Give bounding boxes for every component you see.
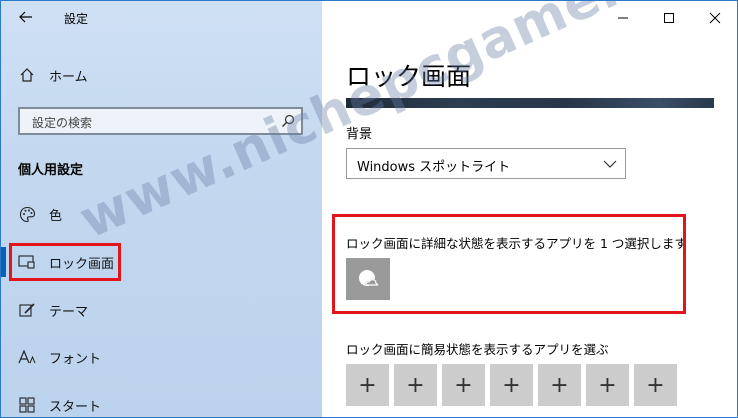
highlight-box	[332, 214, 686, 314]
page-title: ロック画面	[346, 62, 472, 91]
home-icon	[18, 66, 36, 84]
sidebar: 設定 ホーム 個人用設定	[1, 1, 322, 417]
plus-icon: +	[406, 372, 425, 398]
app-title: 設定	[64, 12, 89, 26]
sidebar-item-label: テーマ	[49, 304, 89, 320]
quick-status-slot-6[interactable]: +	[586, 364, 629, 406]
plus-icon: +	[502, 372, 521, 398]
background-dropdown-value: Windows スポットライト	[357, 160, 511, 175]
lock-screen-preview	[346, 98, 714, 108]
back-button[interactable]	[15, 7, 37, 27]
sidebar-item-label: ホーム	[49, 69, 88, 85]
plus-icon: +	[454, 372, 473, 398]
quick-status-slot-5[interactable]: +	[538, 364, 581, 406]
background-dropdown[interactable]: Windows スポットライト	[346, 148, 626, 179]
quick-status-label: ロック画面に簡易状態を表示するアプリを選ぶ	[346, 342, 609, 357]
sidebar-item-label: 色	[49, 208, 63, 224]
start-icon	[18, 396, 36, 414]
quick-status-slot-4[interactable]: +	[490, 364, 533, 406]
sidebar-item-color[interactable]: 色	[1, 196, 322, 232]
search-input[interactable]	[30, 113, 274, 133]
close-icon	[709, 12, 721, 24]
sidebar-item-start[interactable]: スタート	[1, 387, 322, 417]
section-heading: 個人用設定	[18, 163, 84, 178]
font-icon	[18, 348, 36, 366]
plus-icon: +	[358, 372, 377, 398]
sidebar-item-label: スタート	[49, 399, 102, 415]
maximize-icon	[664, 13, 674, 23]
settings-window: 設定 ホーム 個人用設定	[0, 0, 738, 418]
title-bar-left: 設定	[1, 1, 322, 33]
quick-status-slot-3[interactable]: +	[442, 364, 485, 406]
main-content: ロック画面 背景 Windows スポットライト ロック画面に詳細な状態を表示す…	[322, 1, 737, 417]
quick-status-slot-1[interactable]: +	[346, 364, 389, 406]
background-label: 背景	[346, 127, 373, 142]
search-icon[interactable]	[281, 114, 295, 128]
sidebar-item-label: フォント	[49, 351, 102, 367]
minimize-button[interactable]	[600, 5, 646, 31]
sidebar-item-font[interactable]: フォント	[1, 339, 322, 375]
close-button[interactable]	[692, 5, 737, 31]
sidebar-item-home[interactable]: ホーム	[1, 57, 322, 93]
maximize-button[interactable]	[646, 5, 692, 31]
palette-icon	[18, 205, 36, 223]
back-arrow-icon	[19, 11, 32, 23]
highlight-box	[9, 243, 121, 281]
plus-icon: +	[646, 372, 665, 398]
plus-icon: +	[550, 372, 569, 398]
sidebar-item-theme[interactable]: テーマ	[1, 292, 322, 328]
quick-status-slot-7[interactable]: +	[634, 364, 677, 406]
search-box	[18, 107, 303, 135]
minimize-icon	[618, 17, 628, 19]
plus-icon: +	[598, 372, 617, 398]
theme-brush-icon	[18, 301, 36, 319]
chevron-down-icon	[603, 160, 617, 168]
quick-status-slot-2[interactable]: +	[394, 364, 437, 406]
